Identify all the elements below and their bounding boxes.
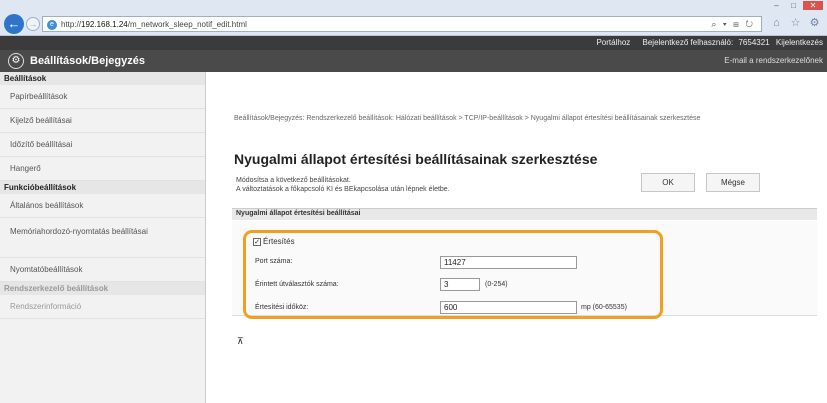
interval-input[interactable]: 600 xyxy=(440,301,577,314)
app-title: Beállítások/Bejegyzés xyxy=(30,55,145,67)
notify-row: ✓ Értesítés xyxy=(253,237,295,246)
sidebar-item-system-info[interactable]: Rendszerinformáció xyxy=(0,295,205,319)
router-label: Érintett útválasztók száma: xyxy=(255,281,339,288)
mail-admin-link[interactable]: E-mail a rendszerkezelőnek xyxy=(724,56,823,65)
window-titlebar: – □ ✕ xyxy=(0,0,827,12)
star-icon[interactable]: ☆ xyxy=(789,17,802,30)
sidebar-group-title: Beállítások xyxy=(0,72,205,85)
sidebar: Beállítások Papírbeállítások Kijelző beá… xyxy=(0,72,206,403)
page-title: Nyugalmi állapot értesítési beállításain… xyxy=(234,151,598,167)
breadcrumb: Beállítások/Bejegyzés: Rendszerkezelő be… xyxy=(234,115,701,122)
address-bar[interactable]: e http://192.168.1.24/m_network_sleep_no… xyxy=(42,16,762,32)
sidebar-item-memory-print[interactable]: Memóriahordozó-nyomtatás beállításai xyxy=(0,218,205,258)
login-user-label: Bejelentkező felhasználó: xyxy=(642,38,734,47)
window-controls: – □ ✕ xyxy=(769,1,823,10)
browser-logo-icon: e xyxy=(47,20,57,30)
settings-icon: ⚙ xyxy=(8,53,24,69)
interval-label: Értesítési időköz: xyxy=(255,304,309,311)
app-header: ⚙ Beállítások/Bejegyzés E-mail a rendsze… xyxy=(0,50,827,72)
address-tools[interactable]: ⌕ ▾ ⊞ ↻ xyxy=(711,19,755,30)
minimize-button[interactable]: – xyxy=(769,1,784,10)
maximize-button[interactable]: □ xyxy=(786,1,801,10)
back-button[interactable]: ← xyxy=(4,14,24,34)
url-host: 192.168.1.24 xyxy=(81,20,128,29)
interval-hint: mp (60-65535) xyxy=(581,304,627,311)
top-links: Portálhoz Bejelentkező felhasználó: 7654… xyxy=(586,38,823,47)
sidebar-group-title: Funkcióbeállítások xyxy=(0,181,205,194)
section-header: Nyugalmi állapot értesítési beállításai xyxy=(232,208,817,220)
portal-link[interactable]: Portálhoz xyxy=(596,38,630,47)
login-user-value: 7654321 xyxy=(738,38,770,47)
notify-label: Értesítés xyxy=(263,237,295,246)
close-window-button[interactable]: ✕ xyxy=(803,1,823,10)
gear-icon[interactable]: ⚙ xyxy=(808,17,821,30)
instruction-line: Módosítsa a következő beállításokat. xyxy=(236,177,351,184)
section-title: Nyugalmi állapot értesítési beállításai xyxy=(236,210,361,217)
logout-link[interactable]: Kijelentkezés xyxy=(776,38,823,47)
port-input[interactable]: 11427 xyxy=(440,256,577,269)
sidebar-item-display[interactable]: Kijelző beállításai xyxy=(0,109,205,133)
sidebar-group-title: Rendszerkezelő beállítások xyxy=(0,282,205,295)
forward-button[interactable]: → xyxy=(26,17,40,31)
sidebar-item-printer[interactable]: Nyomtatóbeállítások xyxy=(0,258,205,282)
collapse-top-icon[interactable]: ⊼ xyxy=(237,336,244,347)
instructions: Módosítsa a következő beállításokat. A v… xyxy=(236,176,450,194)
notify-checkbox[interactable]: ✓ xyxy=(253,237,261,246)
port-label: Port száma: xyxy=(255,258,293,265)
cancel-button[interactable]: Mégse xyxy=(706,173,760,192)
router-hint: (0-254) xyxy=(485,281,508,288)
sidebar-item-paper[interactable]: Papírbeállítások xyxy=(0,85,205,109)
home-icon[interactable]: ⌂ xyxy=(770,17,783,30)
sidebar-item-volume[interactable]: Hangerő xyxy=(0,157,205,181)
top-links-bar: Portálhoz Bejelentkező felhasználó: 7654… xyxy=(0,36,827,50)
sidebar-item-general[interactable]: Általános beállítások xyxy=(0,194,205,218)
instruction-line: A változtatások a főkapcsoló KI és BEkap… xyxy=(236,186,450,193)
ok-button[interactable]: OK xyxy=(641,173,695,192)
router-input[interactable]: 3 xyxy=(440,278,480,291)
url-text[interactable]: http://192.168.1.24/m_network_sleep_noti… xyxy=(61,20,247,29)
url-path: /m_network_sleep_notif_edit.html xyxy=(127,20,247,29)
url-prefix: http:// xyxy=(61,20,82,29)
browser-navbar: ← → e http://192.168.1.24/m_network_slee… xyxy=(0,12,827,36)
sidebar-item-timer[interactable]: Időzítő beállításai xyxy=(0,133,205,157)
browser-toolbar-icons: ⌂ ☆ ⚙ xyxy=(770,17,821,30)
